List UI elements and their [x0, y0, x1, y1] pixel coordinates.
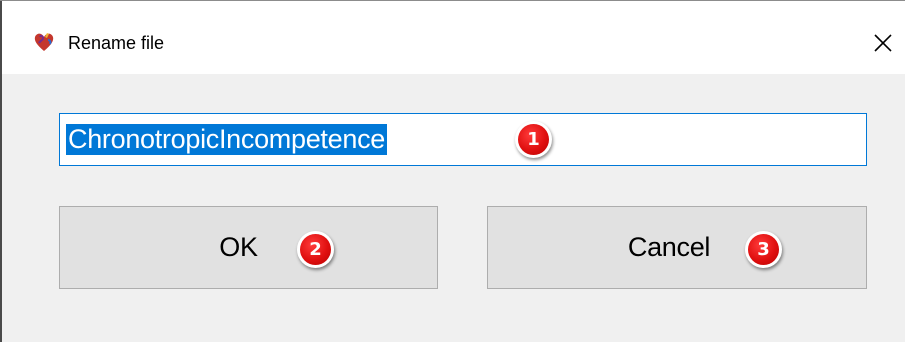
ok-button[interactable]: OK — [59, 206, 438, 289]
file-name-selected-text: ChronotropicIncompetence — [66, 124, 387, 155]
step-marker-2-number: 2 — [300, 234, 331, 265]
title-bar[interactable]: Rename file — [2, 1, 905, 74]
cancel-button[interactable]: Cancel — [487, 206, 867, 289]
step-marker-1: 1 — [515, 121, 552, 158]
dialog-title: Rename file — [68, 33, 165, 53]
close-button[interactable] — [868, 28, 898, 58]
app-heart-icon — [34, 33, 54, 51]
close-icon — [874, 34, 892, 52]
step-marker-3: 3 — [745, 231, 782, 268]
file-name-input[interactable]: ChronotropicIncompetence — [59, 113, 867, 166]
cancel-button-label: Cancel — [627, 232, 711, 262]
step-marker-3-number: 3 — [748, 234, 779, 265]
ok-button-label: OK — [219, 232, 258, 262]
rename-file-dialog: Rename file ChronotropicIncompetence OK … — [0, 0, 905, 342]
step-marker-1-number: 1 — [518, 124, 549, 155]
step-marker-2: 2 — [297, 231, 334, 268]
